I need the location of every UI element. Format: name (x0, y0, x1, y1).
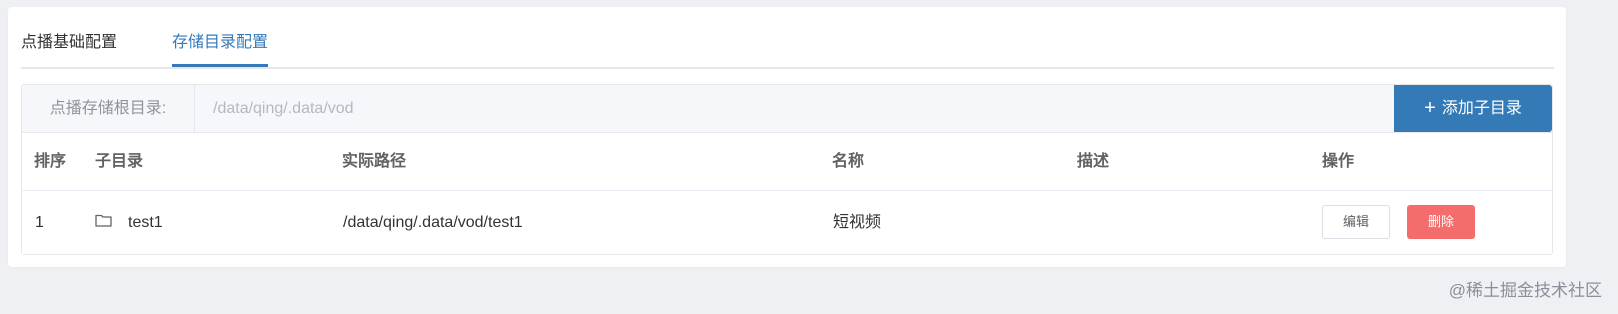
root-dir-label: 点播存储根目录: (22, 85, 195, 132)
col-order: 排序 (34, 153, 67, 170)
watermark: @稀土掘金技术社区 (1448, 281, 1602, 300)
col-path: 实际路径 (342, 153, 407, 170)
tab-storage-dir-config[interactable]: 存储目录配置 (172, 32, 269, 67)
edit-button[interactable]: 编辑 (1322, 205, 1390, 239)
col-subdir: 子目录 (95, 153, 144, 170)
folder-icon (95, 214, 112, 227)
table-row: 1 test1 /data/qing/.data/vod/test1 短视频 编… (22, 191, 1552, 254)
tab-bar: 点播基础配置 存储目录配置 (21, 7, 1554, 69)
row-order: 1 (35, 214, 44, 231)
add-subdir-label: 添加子目录 (1441, 100, 1522, 117)
table-header: 排序 子目录 实际路径 名称 描述 操作 (22, 133, 1552, 191)
delete-button[interactable]: 删除 (1407, 205, 1475, 239)
row-subdir: test1 (128, 214, 163, 231)
storage-config-card: 点播基础配置 存储目录配置 点播存储根目录: + 添加子目录 排序 子目录 实际路… (8, 7, 1566, 267)
col-desc: 描述 (1077, 153, 1110, 170)
root-dir-input[interactable] (195, 85, 1393, 132)
row-name: 短视频 (833, 214, 882, 231)
tab-vod-basic-config[interactable]: 点播基础配置 (21, 32, 117, 64)
col-actions: 操作 (1322, 153, 1355, 170)
col-name: 名称 (832, 153, 865, 170)
add-subdir-button[interactable]: + 添加子目录 (1394, 85, 1552, 132)
root-dir-bar: 点播存储根目录: + 添加子目录 (22, 85, 1552, 133)
plus-icon: + (1424, 97, 1436, 119)
subdir-table: 点播存储根目录: + 添加子目录 排序 子目录 实际路径 名称 描述 操作 1 t… (21, 84, 1553, 255)
row-path: /data/qing/.data/vod/test1 (343, 214, 523, 231)
